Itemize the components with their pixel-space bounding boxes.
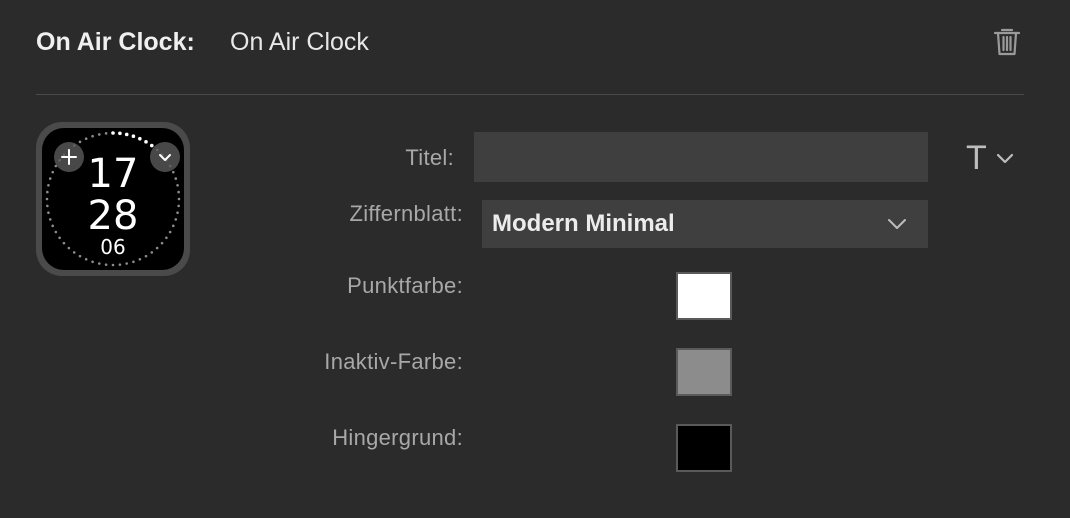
second-dot bbox=[84, 137, 88, 141]
second-dot bbox=[118, 263, 122, 266]
second-dot bbox=[78, 140, 82, 144]
background-color-swatch[interactable] bbox=[676, 424, 732, 472]
second-dot bbox=[125, 262, 129, 265]
title-input[interactable] bbox=[474, 132, 928, 182]
second-dot bbox=[91, 260, 94, 264]
delete-button[interactable] bbox=[990, 24, 1024, 58]
second-dot bbox=[104, 263, 108, 266]
preview-menu-button[interactable] bbox=[150, 142, 180, 172]
second-dot bbox=[97, 262, 101, 265]
second-dot bbox=[84, 257, 88, 261]
second-dot bbox=[144, 140, 148, 144]
title-label: Titel: bbox=[405, 145, 454, 170]
second-dot bbox=[118, 131, 122, 136]
text-style-icon: T bbox=[966, 139, 987, 177]
add-button[interactable] bbox=[54, 142, 84, 172]
clock-face-label: Ziffernblatt: bbox=[349, 201, 463, 226]
trash-icon bbox=[993, 28, 1021, 56]
second-dot bbox=[111, 263, 115, 267]
dot-color-swatch[interactable] bbox=[676, 272, 732, 320]
clock-face-select[interactable]: Modern Minimal bbox=[482, 200, 928, 248]
second-dot bbox=[138, 257, 142, 261]
clock-face-value: Modern Minimal bbox=[492, 210, 675, 237]
header-title-value: On Air Clock bbox=[230, 28, 369, 56]
chevron-down-icon bbox=[159, 154, 171, 161]
text-style-button[interactable]: T bbox=[966, 138, 1026, 178]
second-dot bbox=[138, 136, 142, 141]
second-dot bbox=[104, 132, 108, 135]
second-dot bbox=[111, 131, 115, 135]
clock-seconds: 06 bbox=[100, 235, 126, 259]
second-dot bbox=[91, 134, 94, 138]
plus-icon bbox=[61, 149, 77, 165]
clock-face: 17 28 06 bbox=[42, 128, 184, 270]
second-dot bbox=[97, 133, 101, 136]
inactive-color-label: Inaktiv-Farbe: bbox=[324, 349, 463, 374]
chevron-down-icon bbox=[996, 153, 1013, 164]
second-dot bbox=[124, 132, 129, 137]
clock-minutes: 28 bbox=[87, 193, 139, 239]
clock-preview[interactable]: 17 28 06 bbox=[36, 122, 190, 276]
chevron-down-icon bbox=[888, 219, 906, 229]
background-color-label: Hingergrund: bbox=[332, 425, 463, 450]
second-dot bbox=[131, 134, 136, 139]
second-dot bbox=[132, 260, 135, 264]
header-divider bbox=[36, 94, 1024, 95]
header-label: On Air Clock: bbox=[36, 28, 195, 56]
inactive-color-swatch[interactable] bbox=[676, 348, 732, 396]
dot-color-label: Punktfarbe: bbox=[347, 273, 463, 298]
